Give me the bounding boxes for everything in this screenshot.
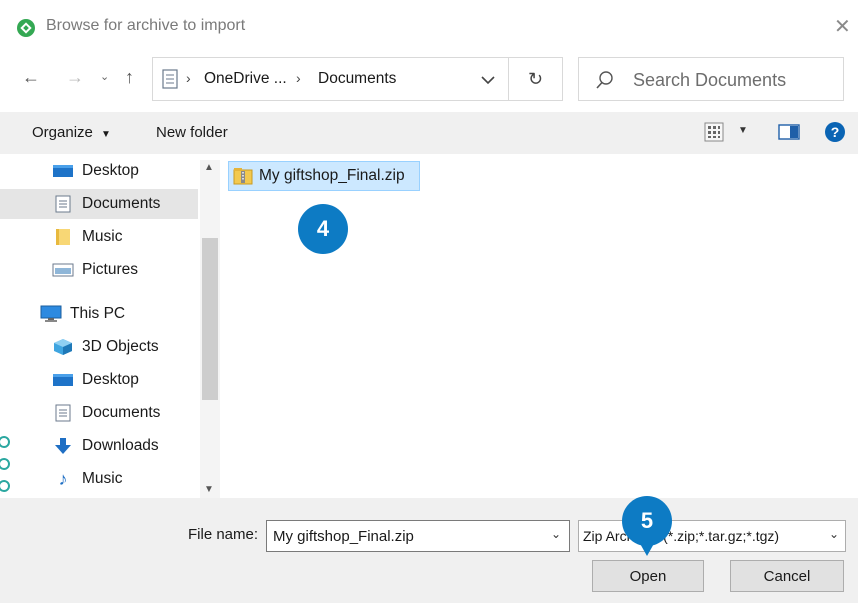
- preview-pane-icon[interactable]: [778, 124, 800, 140]
- address-dropdown[interactable]: [467, 57, 509, 101]
- open-button[interactable]: Open: [592, 560, 704, 592]
- documents-icon: [52, 195, 74, 213]
- sidebar-item-label: Pictures: [82, 261, 138, 278]
- caret-down-icon: ▼: [101, 129, 111, 140]
- desktop-icon: [52, 163, 74, 179]
- refresh-icon: ↻: [527, 68, 544, 89]
- sidebar-item-music[interactable]: Music: [0, 222, 198, 252]
- sidebar-item-music-pc[interactable]: ♪ Music: [0, 464, 198, 494]
- chevron-down-icon[interactable]: ⌄: [828, 527, 839, 541]
- search-input[interactable]: Search Documents: [578, 57, 844, 101]
- sidebar-item-documents-pc[interactable]: Documents: [0, 398, 198, 428]
- window-title: Browse for archive to import: [46, 17, 246, 34]
- command-bar: [0, 112, 858, 154]
- sidebar-item-pictures[interactable]: Pictures: [0, 255, 198, 285]
- sidebar-item-desktop-pc[interactable]: Desktop: [0, 365, 198, 395]
- breadcrumb-separator-icon: ›: [296, 70, 301, 86]
- sidebar-item-label: This PC: [70, 305, 126, 322]
- refresh-button[interactable]: ↻: [509, 57, 563, 101]
- breadcrumb-separator-icon: ›: [186, 70, 191, 86]
- desktop-icon: [52, 372, 74, 388]
- sidebar-item-desktop[interactable]: Desktop: [0, 156, 198, 186]
- sidebar-item-label: Music: [82, 228, 123, 245]
- zip-folder-icon: [233, 168, 253, 185]
- sidebar-item-this-pc[interactable]: This PC: [0, 299, 198, 329]
- sidebar-item-label: Documents: [82, 195, 161, 212]
- file-name-value: My giftshop_Final.zip: [273, 527, 414, 545]
- file-name-label: File name:: [188, 526, 259, 543]
- sidebar-item-label: Documents: [82, 404, 161, 421]
- chevron-down-icon[interactable]: ⌄: [551, 527, 561, 541]
- file-type-value: Zip Archives (*.zip;*.tar.gz;*.tgz): [583, 528, 780, 544]
- folder-icon: [52, 229, 74, 245]
- back-arrow-icon[interactable]: ←: [22, 67, 40, 88]
- sidebar-item-downloads[interactable]: Downloads: [0, 431, 198, 461]
- file-type-select[interactable]: Zip Archives (*.zip;*.tar.gz;*.tgz) ⌄: [578, 520, 846, 552]
- documents-icon: [52, 404, 74, 422]
- sidebar-item-documents[interactable]: Documents: [0, 189, 198, 219]
- close-icon[interactable]: ✕: [834, 14, 851, 39]
- pictures-icon: [52, 262, 74, 278]
- sidebar-item-label: Downloads: [82, 437, 159, 454]
- sidebar-item-label: 3D Objects: [82, 338, 159, 355]
- forward-arrow-icon[interactable]: →: [66, 67, 84, 88]
- downloads-icon: [52, 438, 74, 454]
- 3d-objects-icon: [52, 339, 74, 355]
- up-arrow-icon[interactable]: ↑: [125, 67, 134, 88]
- search-icon: [596, 71, 613, 89]
- sidebar-item-label: Music: [82, 470, 123, 487]
- scroll-up-icon[interactable]: ▲: [204, 162, 214, 173]
- search-placeholder: Search Documents: [633, 70, 787, 90]
- documents-location-icon: [162, 69, 178, 89]
- chevron-down-icon: [481, 76, 495, 85]
- scroll-down-icon[interactable]: ▼: [204, 484, 214, 495]
- breadcrumb-documents[interactable]: Documents: [318, 70, 396, 88]
- view-options-icon[interactable]: [704, 122, 724, 142]
- file-name-input[interactable]: My giftshop_Final.zip ⌄: [266, 520, 570, 552]
- new-folder-button[interactable]: New folder: [156, 124, 228, 141]
- app-icon: [17, 19, 35, 37]
- organize-label: Organize: [32, 124, 93, 141]
- cancel-button[interactable]: Cancel: [730, 560, 844, 592]
- file-name: My giftshop_Final.zip: [259, 167, 405, 184]
- organize-button[interactable]: Organize ▼: [32, 124, 111, 141]
- help-icon[interactable]: ?: [824, 121, 846, 143]
- sidebar-item-label: Desktop: [82, 162, 139, 179]
- file-item[interactable]: My giftshop_Final.zip: [228, 161, 420, 191]
- breadcrumb-onedrive[interactable]: OneDrive ...: [204, 70, 287, 88]
- music-icon: ♪: [58, 468, 68, 489]
- this-pc-icon: [40, 305, 62, 322]
- sidebar-item-label: Desktop: [82, 371, 139, 388]
- scrollbar-thumb[interactable]: [202, 238, 218, 400]
- recent-locations-chevron-icon[interactable]: ⌄: [100, 70, 109, 83]
- view-options-caret-icon[interactable]: ▼: [738, 125, 748, 136]
- callout-pointer: [638, 540, 656, 556]
- step-callout-badge: 4: [298, 204, 348, 254]
- svg-text:?: ?: [831, 124, 840, 140]
- sidebar-item-3d-objects[interactable]: 3D Objects: [0, 332, 198, 362]
- navigation-pane: Desktop Documents Music Pictures This PC…: [0, 154, 220, 498]
- step-callout-badge: 5: [622, 496, 672, 546]
